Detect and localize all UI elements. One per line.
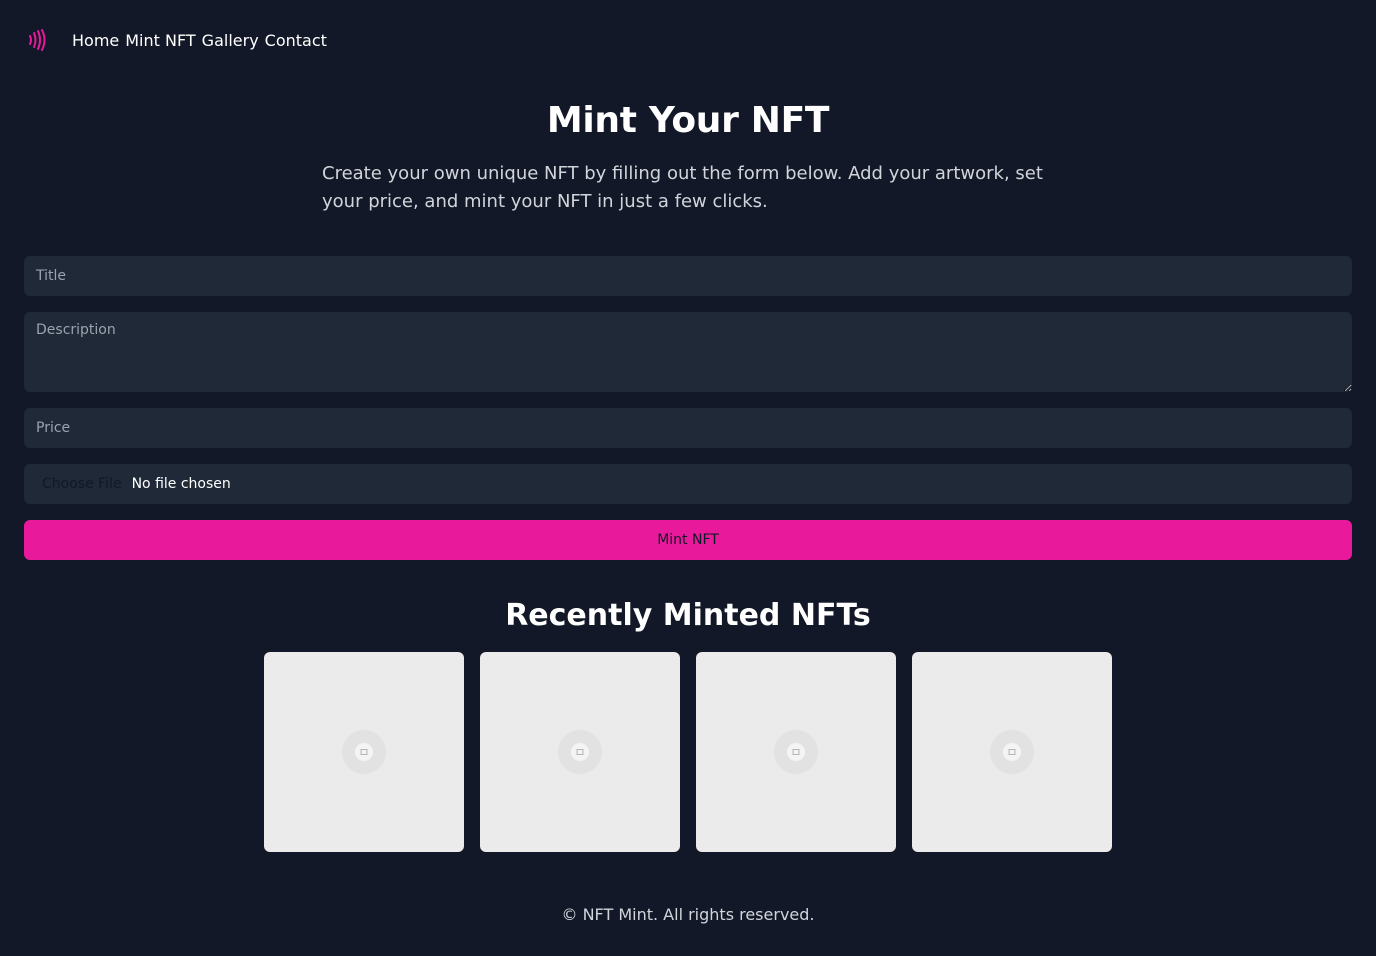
price-input[interactable] — [24, 408, 1352, 448]
image-placeholder-icon — [990, 730, 1034, 774]
nav-link-contact[interactable]: Contact — [265, 31, 327, 50]
nav-link-mint-nft[interactable]: Mint NFT — [125, 31, 195, 50]
nav-link-home[interactable]: Home — [72, 31, 119, 50]
sound-waves-icon[interactable] — [26, 28, 48, 52]
recent-nfts-title: Recently Minted NFTs — [505, 598, 871, 633]
file-input[interactable]: Choose File No file chosen — [24, 464, 1352, 504]
nft-card[interactable] — [696, 652, 896, 852]
nft-card[interactable] — [912, 652, 1112, 852]
choose-file-button[interactable]: Choose File — [42, 476, 122, 492]
footer-copyright: © NFT Mint. All rights reserved. — [561, 905, 815, 924]
nft-gallery — [264, 652, 1112, 852]
file-status-text: No file chosen — [131, 476, 231, 492]
nft-card[interactable] — [480, 652, 680, 852]
mint-nft-button[interactable]: Mint NFT — [24, 520, 1352, 560]
page-description: Create your own unique NFT by filling ou… — [322, 163, 1043, 212]
image-placeholder-icon — [342, 730, 386, 774]
top-nav: Home Mint NFT Gallery Contact — [26, 28, 327, 52]
title-input[interactable] — [24, 256, 1352, 296]
nav-links: Home Mint NFT Gallery Contact — [72, 31, 327, 50]
image-placeholder-icon — [774, 730, 818, 774]
page-title: Mint Your NFT — [546, 100, 830, 141]
image-placeholder-icon — [558, 730, 602, 774]
description-textarea[interactable] — [24, 312, 1352, 392]
nft-card[interactable] — [264, 652, 464, 852]
nav-link-gallery[interactable]: Gallery — [202, 31, 259, 50]
